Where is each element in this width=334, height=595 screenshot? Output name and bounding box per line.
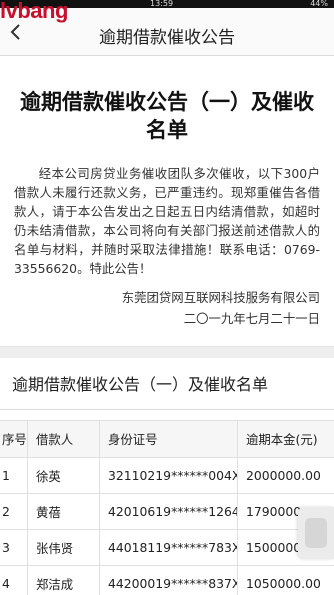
status-time: 13:59 — [150, 0, 174, 8]
notice-title: 逾期借款催收公告（一）及催收名单 — [20, 90, 314, 142]
section-divider — [0, 346, 334, 358]
column-header-index: 序号 — [0, 421, 28, 457]
borrower-name: 张伟贤 — [28, 530, 100, 565]
signature-date: 二〇一九年七月二十一日 — [183, 311, 320, 326]
notice-article: 逾期借款催收公告（一）及催收名单 经本公司房贷业务催收团队多次催收，以下300户… — [0, 88, 334, 328]
table-row: 2 黄蓓 42010619******1264 1790000.00 — [0, 494, 334, 530]
id-number: 44018119******783X — [100, 530, 238, 565]
column-header-borrower: 借款人 — [28, 421, 100, 457]
section-title: 逾期借款催收公告（一）及催收名单 — [0, 358, 334, 410]
row-index: 3 — [0, 530, 28, 565]
column-header-id-number: 身份证号 — [100, 421, 238, 457]
borrower-name: 黄蓓 — [28, 494, 100, 529]
id-number: 32110219******004X — [100, 458, 238, 493]
row-index: 2 — [0, 494, 28, 529]
overdue-principal: 1050000.00 — [246, 576, 321, 591]
debtor-table: 序号 借款人 身份证号 逾期本金(元) 1 徐英 32110219******0… — [0, 420, 334, 595]
table-row: 4 郑洁成 44200019******837X 1050000.00 — [0, 566, 334, 595]
row-index: 1 — [0, 458, 28, 493]
battery-level: 44% — [310, 0, 328, 8]
id-number: 42010619******1264 — [100, 494, 238, 529]
assistive-button-icon — [305, 518, 327, 548]
table-row: 3 张伟贤 44018119******783X 1500000.00 — [0, 530, 334, 566]
id-number: 44200019******837X — [100, 566, 238, 595]
table-row: 1 徐英 32110219******004X 2000000.00 — [0, 458, 334, 494]
row-index: 4 — [0, 566, 28, 595]
signature-company: 东莞团贷网互联网科技服务有限公司 — [121, 290, 320, 305]
table-header-row: 序号 借款人 身份证号 逾期本金(元) — [0, 420, 334, 458]
watermark-logo: lvbang — [0, 0, 68, 23]
borrower-name: 郑洁成 — [28, 566, 100, 595]
notice-body: 经本公司房贷业务催收团队多次催收，以下300户借款人未履行还款义务，已严重违约。… — [14, 166, 320, 276]
overdue-principal: 2000000.00 — [246, 468, 321, 483]
borrower-name: 徐英 — [28, 458, 100, 493]
page-title: 逾期借款催收公告 — [99, 28, 235, 48]
column-header-overdue-principal: 逾期本金(元) — [246, 432, 318, 447]
floating-assistive-button[interactable] — [298, 507, 334, 559]
